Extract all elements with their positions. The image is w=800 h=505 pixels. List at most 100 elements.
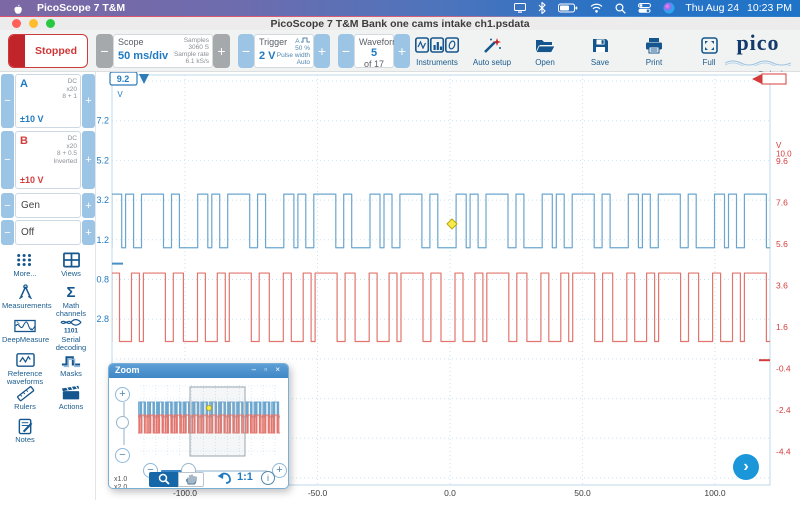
one-to-one-button[interactable]: 1:1: [237, 471, 253, 483]
actions-icon: [61, 385, 81, 401]
sidebar-item-notes[interactable]: Notes: [2, 418, 48, 450]
siri-icon[interactable]: [663, 2, 675, 14]
channel-b-settings[interactable]: B DC x20 8 + 0.5 Inverted ±10 V: [15, 131, 81, 189]
hand-icon: [185, 473, 197, 485]
battery-icon[interactable]: [558, 3, 578, 13]
toolbar: Stopped − Scope 50 ms/div Samples 3060 S…: [0, 30, 800, 72]
gen-off-expand-button[interactable]: +: [82, 220, 95, 245]
undo-zoom-button[interactable]: [217, 471, 232, 487]
open-button[interactable]: Open: [524, 34, 566, 70]
sidebar-item-deepmeasure[interactable]: DeepMeasure: [2, 318, 48, 350]
menu-clock-date[interactable]: Thu Aug 24: [685, 2, 739, 14]
instruments-button[interactable]: Instruments: [408, 34, 466, 70]
svg-text:5.2: 5.2: [96, 155, 109, 165]
zoom-window-title: Zoom: [115, 365, 140, 375]
sidebar-item-views[interactable]: Views: [48, 252, 94, 284]
channel-a-meta: DC x20 8 + 1: [62, 78, 77, 101]
trigger-info: A 50 % Pulse width Auto: [277, 37, 310, 66]
next-page-button[interactable]: ›: [733, 454, 759, 480]
control-center-icon[interactable]: [638, 3, 651, 13]
zoom-vertical-slider[interactable]: + −: [115, 384, 133, 462]
gen-expand-button[interactable]: +: [82, 193, 95, 218]
waveform-previous-button[interactable]: −: [338, 34, 354, 68]
window-title: PicoScope 7 T&M Bank one cams intake ch1…: [0, 18, 800, 30]
channel-b-panel: − B DC x20 8 + 0.5 Inverted ±10 V +: [1, 131, 95, 189]
svg-text:3.2: 3.2: [96, 195, 109, 205]
svg-text:-2.4: -2.4: [776, 405, 791, 415]
sidebar-item-masks[interactable]: Masks: [48, 352, 94, 384]
svg-text:-0.4: -0.4: [776, 364, 791, 374]
zoom-select-tool-button[interactable]: [149, 472, 178, 487]
display-icon[interactable]: [514, 3, 526, 13]
print-button[interactable]: Print: [634, 34, 674, 70]
channel-a-expand-button[interactable]: +: [82, 74, 95, 128]
waveform-panel[interactable]: Waveform 5 of 17: [354, 34, 394, 68]
sidebar-item-actions[interactable]: Actions: [48, 385, 94, 417]
menu-app-name[interactable]: PicoScope 7 T&M: [37, 2, 125, 14]
pulse-glyph-icon: [301, 37, 310, 43]
channel-b-collapse-button[interactable]: −: [1, 131, 14, 189]
zoom-overview-chart[interactable]: [138, 381, 280, 459]
gen-collapse-button[interactable]: −: [1, 193, 14, 218]
channel-a-collapse-button[interactable]: −: [1, 74, 14, 128]
menu-clock-time[interactable]: 10:23 PM: [747, 2, 792, 14]
zoom-v-handle[interactable]: [116, 416, 129, 429]
zoom-out-button[interactable]: −: [115, 448, 130, 463]
trigger-decrease-button[interactable]: −: [238, 34, 254, 68]
sidebar-item-serial-decoding[interactable]: 1101 Serial decoding: [48, 318, 94, 350]
zoom-in-button[interactable]: +: [115, 387, 130, 402]
trigger-increase-button[interactable]: +: [314, 34, 330, 68]
svg-text:1101: 1101: [64, 327, 78, 334]
gen-label[interactable]: Gen: [15, 193, 81, 218]
stopped-button[interactable]: Stopped: [8, 34, 88, 68]
info-button[interactable]: i: [261, 471, 275, 485]
pan-tool-button[interactable]: [178, 472, 204, 487]
svg-text:1.2: 1.2: [96, 235, 109, 245]
search-icon[interactable]: [615, 3, 626, 14]
sidebar-item-math-channels[interactable]: Σ Math channels: [48, 284, 94, 316]
channel-b-expand-button[interactable]: +: [82, 131, 95, 189]
svg-text:1.6: 1.6: [776, 322, 788, 332]
instruments-icon: [415, 37, 459, 54]
apple-menu-icon[interactable]: [10, 1, 23, 15]
save-icon: [592, 37, 609, 54]
sidebar-item-measurements[interactable]: Measurements: [2, 284, 48, 316]
auto-setup-icon: [482, 37, 502, 54]
trigger-panel[interactable]: Trigger 2 V A 50 % Pulse width Auto: [254, 34, 314, 68]
views-icon: [63, 252, 80, 268]
sidebar-item-more[interactable]: More...: [2, 252, 48, 284]
svg-text:-4.4: -4.4: [776, 447, 791, 457]
magnifier-icon: [157, 473, 171, 485]
bluetooth-icon[interactable]: [538, 2, 546, 14]
generator-state-panel: − Off +: [1, 220, 95, 245]
save-button[interactable]: Save: [580, 34, 620, 70]
scope-decrease-button[interactable]: −: [96, 34, 113, 68]
gen-state[interactable]: Off: [15, 220, 81, 245]
more-icon: [16, 252, 34, 268]
svg-text:-50.0: -50.0: [308, 488, 328, 498]
auto-setup-button[interactable]: Auto setup: [468, 34, 516, 70]
window-title-bar: PicoScope 7 T&M Bank one cams intake ch1…: [0, 16, 800, 30]
channel-a-settings[interactable]: A DC x20 8 + 1 ±10 V: [15, 74, 81, 128]
gen-off-collapse-button[interactable]: −: [1, 220, 14, 245]
zoom-window-buttons[interactable]: – ▫ ×: [252, 365, 283, 374]
svg-text:7.6: 7.6: [776, 198, 788, 208]
svg-text:9.2: 9.2: [117, 74, 130, 84]
channel-a-panel: − A DC x20 8 + 1 ±10 V +: [1, 74, 95, 128]
wifi-icon[interactable]: [590, 3, 603, 13]
svg-text:-0.8: -0.8: [96, 275, 109, 285]
sidebar: − A DC x20 8 + 1 ±10 V + − B DC x20 8 + …: [0, 72, 96, 500]
zoom-window-titlebar[interactable]: Zoom – ▫ ×: [109, 364, 288, 378]
svg-text:-100.0: -100.0: [173, 488, 197, 498]
zoom-overlay-window[interactable]: Zoom – ▫ × + − − + x1.0 x2.0: [108, 363, 289, 489]
scope-sample-info: Samples 3060 S Sample rate 6.1 kS/s: [174, 37, 209, 65]
scope-display-area: 7.25.23.21.2-0.8-2.89.2VV10.09.67.65.63.…: [96, 72, 800, 500]
scope-increase-button[interactable]: +: [213, 34, 230, 68]
open-icon: [535, 37, 556, 54]
sidebar-item-reference-waveforms[interactable]: Reference waveforms: [2, 352, 48, 384]
pico-wave-icon: [725, 59, 791, 66]
sidebar-item-rulers[interactable]: Rulers: [2, 385, 48, 417]
svg-text:3.6: 3.6: [776, 281, 788, 291]
scope-panel[interactable]: Scope 50 ms/div Samples 3060 S Sample ra…: [113, 34, 213, 68]
zoom-factors: x1.0 x2.0: [114, 476, 127, 489]
